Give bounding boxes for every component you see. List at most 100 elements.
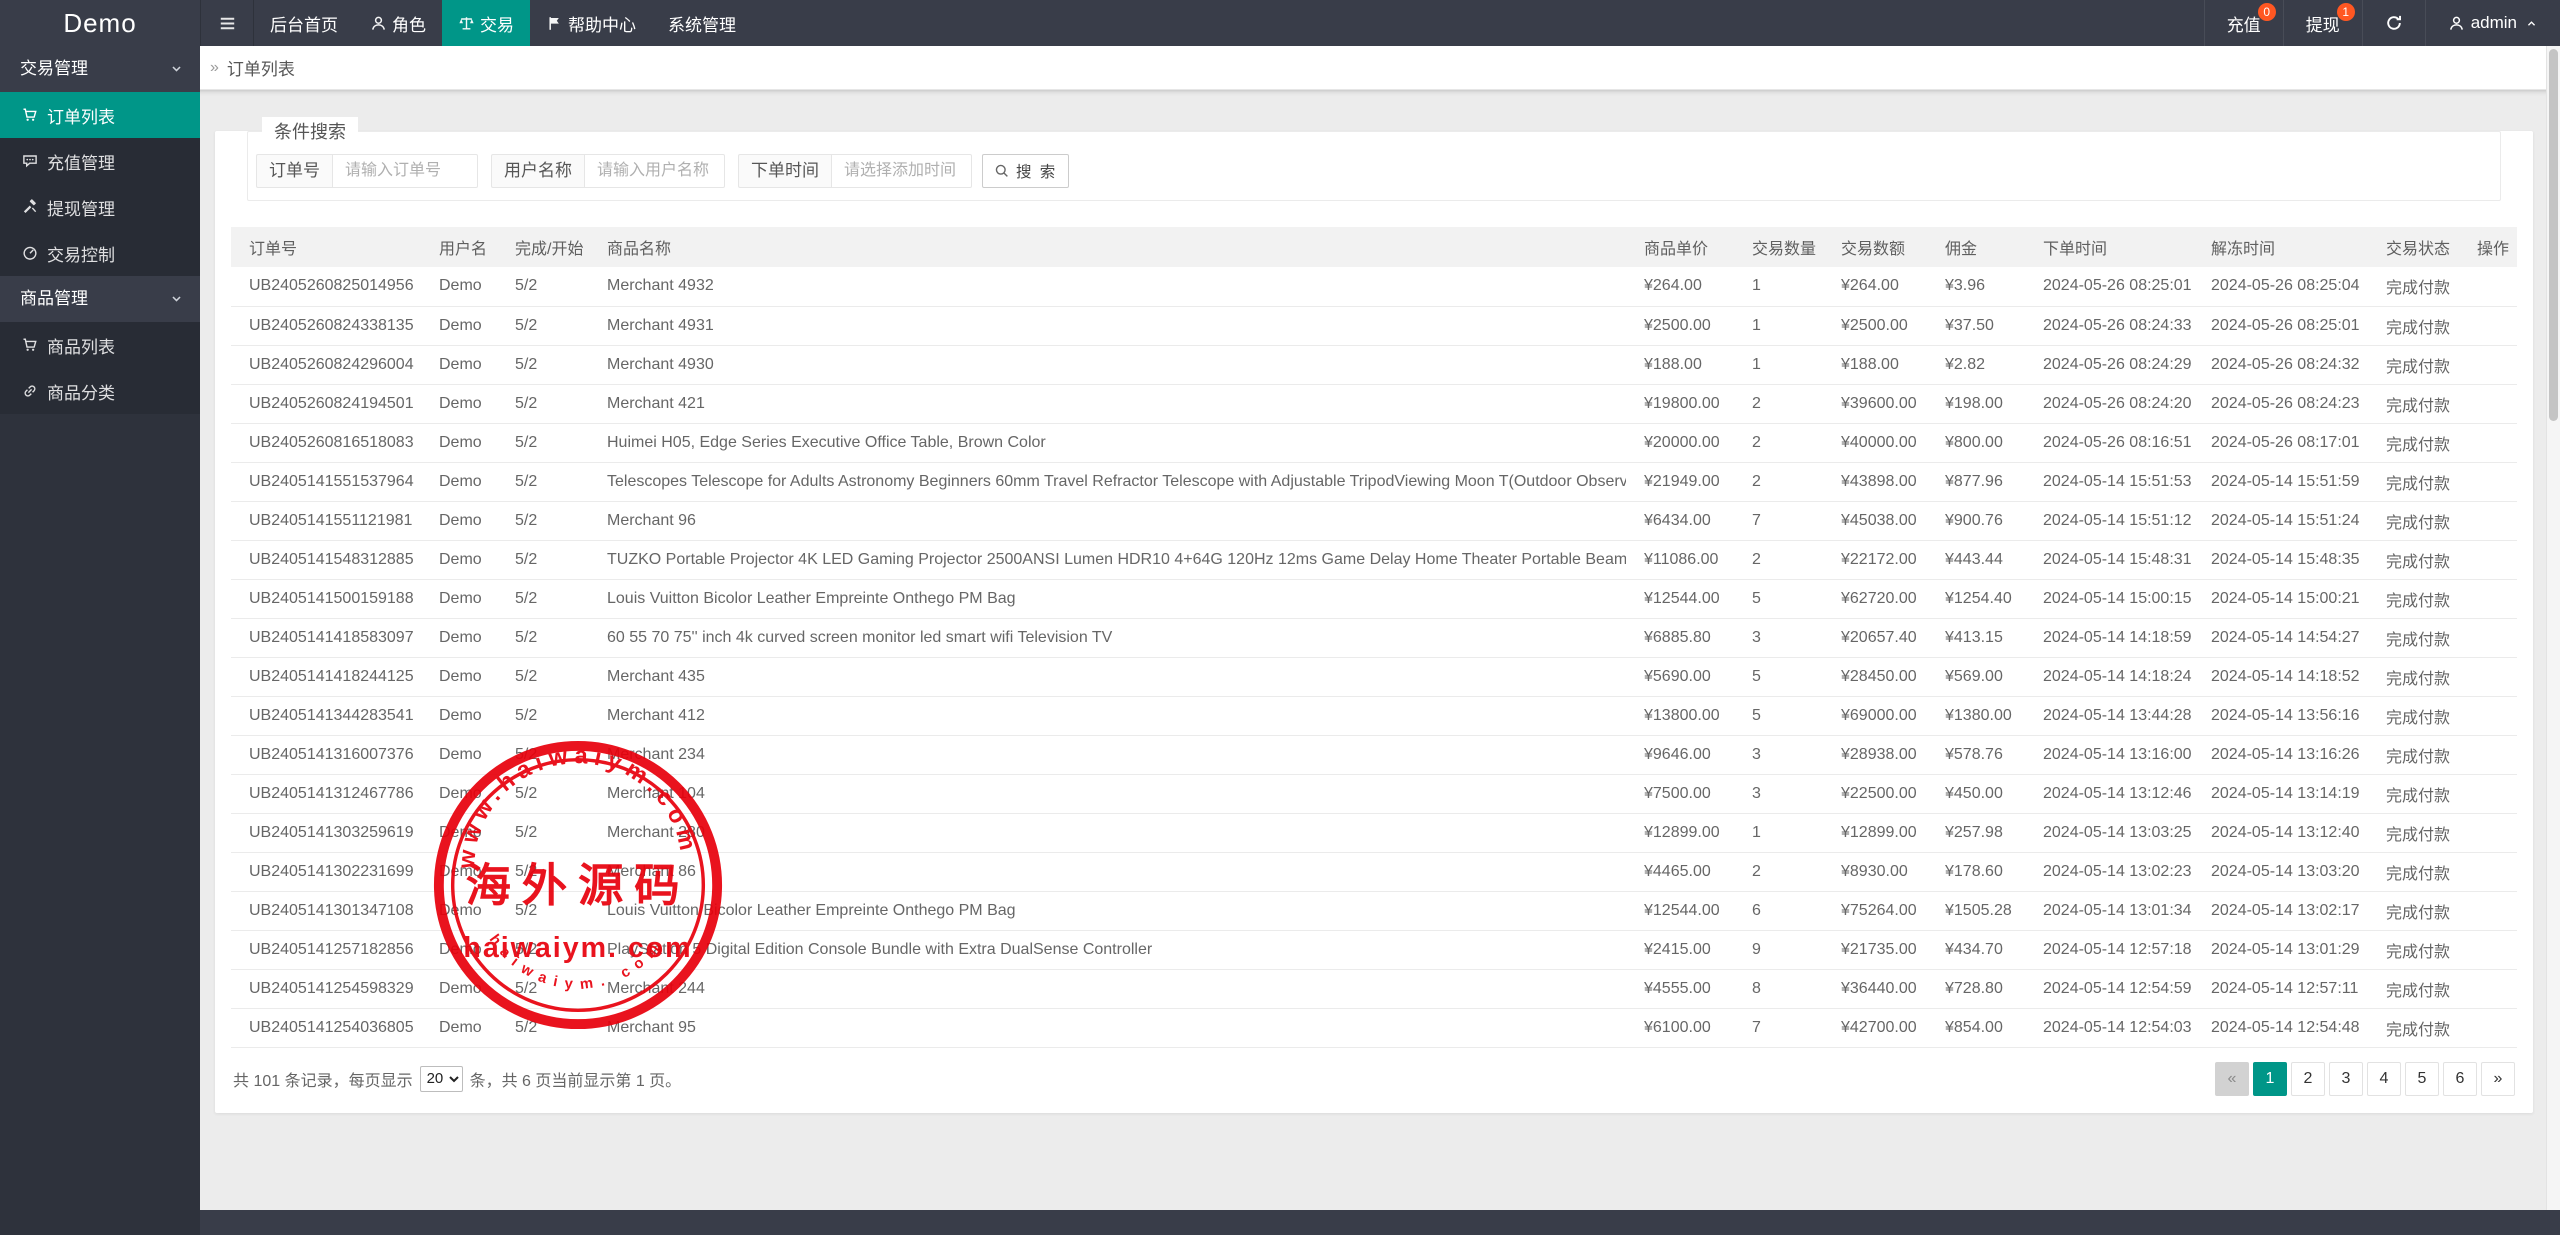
table-cell: 5 xyxy=(1734,696,1823,735)
table-cell: ¥6434.00 xyxy=(1626,501,1734,540)
table-cell: 完成付款 xyxy=(2368,384,2459,423)
table-cell: 2024-05-14 14:18:24 xyxy=(2025,657,2193,696)
search-row: 订单号 用户名称 下单时间 搜 索 xyxy=(256,154,2492,188)
table-cell: Demo xyxy=(421,813,497,852)
page-button-4[interactable]: 4 xyxy=(2367,1062,2401,1096)
table-cell: 5/2 xyxy=(497,618,589,657)
sidebar-item-goods-list[interactable]: 商品列表 xyxy=(0,322,200,368)
top-nav-home[interactable]: 后台首页 xyxy=(254,0,354,46)
recharge-badge: 0 xyxy=(2258,3,2276,21)
table-cell: ¥178.60 xyxy=(1927,852,2025,891)
scrollbar-thumb[interactable] xyxy=(2549,49,2558,421)
top-nav-help[interactable]: 帮助中心 xyxy=(530,0,652,46)
column-header: 解冻时间 xyxy=(2193,227,2368,267)
search-icon xyxy=(994,163,1010,179)
table-cell: 2024-05-14 13:03:25 xyxy=(2025,813,2193,852)
order-time-input[interactable] xyxy=(831,154,972,188)
table-cell xyxy=(2459,969,2517,1008)
search-button[interactable]: 搜 索 xyxy=(982,154,1069,188)
sidebar-item-withdraw[interactable]: 提现管理 xyxy=(0,184,200,230)
table-cell: 2024-05-26 08:16:51 xyxy=(2025,423,2193,462)
sidebar-item-trade-control[interactable]: 交易控制 xyxy=(0,230,200,276)
table-cell: ¥22172.00 xyxy=(1823,540,1927,579)
table-cell: 2024-05-14 15:00:21 xyxy=(2193,579,2368,618)
page-title: 订单列表 xyxy=(227,55,295,80)
sidebar-item-goods-category[interactable]: 商品分类 xyxy=(0,368,200,414)
table-cell: Demo xyxy=(421,306,497,345)
top-nav-roles[interactable]: 角色 xyxy=(354,0,442,46)
table-cell: 2 xyxy=(1734,540,1823,579)
top-nav-label: 后台首页 xyxy=(270,11,338,36)
refresh-button[interactable] xyxy=(2362,0,2425,46)
table-cell: 2024-05-26 08:24:29 xyxy=(2025,345,2193,384)
table-cell: ¥20000.00 xyxy=(1626,423,1734,462)
table-cell: 2024-05-14 13:16:26 xyxy=(2193,735,2368,774)
page-button-5[interactable]: 5 xyxy=(2405,1062,2439,1096)
page-button-2[interactable]: 2 xyxy=(2291,1062,2325,1096)
table-cell: 2024-05-14 13:14:19 xyxy=(2193,774,2368,813)
per-page-select[interactable]: 20 xyxy=(420,1066,463,1092)
top-nav-label: 交易 xyxy=(480,11,514,36)
column-header: 商品单价 xyxy=(1626,227,1734,267)
table-cell: ¥2415.00 xyxy=(1626,930,1734,969)
sidebar-group-goods[interactable]: 商品管理 xyxy=(0,276,200,322)
page-button-3[interactable]: 3 xyxy=(2329,1062,2363,1096)
recharge-label: 充值 xyxy=(2227,11,2261,36)
table-cell: Demo xyxy=(421,735,497,774)
table-cell: 2024-05-14 15:00:15 xyxy=(2025,579,2193,618)
table-cell xyxy=(2459,540,2517,579)
recharge-button[interactable]: 充值 0 xyxy=(2204,0,2283,46)
withdraw-button[interactable]: 提现 1 xyxy=(2283,0,2362,46)
table-cell: UB2405141303259619 xyxy=(231,813,421,852)
sidebar-item-recharge[interactable]: 充值管理 xyxy=(0,138,200,184)
sidebar-item-order-list[interactable]: 订单列表 xyxy=(0,92,200,138)
table-cell: 2024-05-14 13:01:34 xyxy=(2025,891,2193,930)
table-cell: 完成付款 xyxy=(2368,774,2459,813)
table-cell: 2024-05-26 08:17:01 xyxy=(2193,423,2368,462)
table-cell: UB2405141418244125 xyxy=(231,657,421,696)
user-name-input[interactable] xyxy=(584,154,725,188)
top-nav-label: 系统管理 xyxy=(668,11,736,36)
table-cell: 2024-05-26 08:25:04 xyxy=(2193,267,2368,306)
table-cell: 5/2 xyxy=(497,969,589,1008)
table-cell: 8 xyxy=(1734,969,1823,1008)
vertical-scrollbar[interactable] xyxy=(2546,46,2560,1210)
order-no-input[interactable] xyxy=(332,154,478,188)
page-prev-button[interactable]: « xyxy=(2215,1062,2249,1096)
table-cell: 6 xyxy=(1734,891,1823,930)
table-cell: 5/2 xyxy=(497,696,589,735)
table-cell: 完成付款 xyxy=(2368,969,2459,1008)
table-cell: 1 xyxy=(1734,306,1823,345)
sidebar-toggle-button[interactable] xyxy=(200,0,254,46)
sidebar-item-label: 商品分类 xyxy=(47,379,115,404)
user-menu[interactable]: admin xyxy=(2425,0,2560,46)
table-cell: 2024-05-14 15:51:12 xyxy=(2025,501,2193,540)
table-cell: 5/2 xyxy=(497,813,589,852)
column-header: 交易数额 xyxy=(1823,227,1927,267)
table-cell: 2 xyxy=(1734,384,1823,423)
username: admin xyxy=(2471,13,2517,33)
table-cell: ¥12899.00 xyxy=(1823,813,1927,852)
table-cell: Demo xyxy=(421,930,497,969)
page-button-6[interactable]: 6 xyxy=(2443,1062,2477,1096)
sidebar-item-label: 订单列表 xyxy=(47,103,115,128)
table-cell: UB2405141418583097 xyxy=(231,618,421,657)
page-next-button[interactable]: » xyxy=(2481,1062,2515,1096)
table-cell: ¥13800.00 xyxy=(1626,696,1734,735)
table-cell: ¥4555.00 xyxy=(1626,969,1734,1008)
cart-icon xyxy=(22,337,38,353)
sidebar-group-trade[interactable]: 交易管理 xyxy=(0,46,200,92)
table-cell xyxy=(2459,696,2517,735)
table-cell: 5/2 xyxy=(497,930,589,969)
link-icon xyxy=(22,383,38,399)
refresh-icon xyxy=(2385,14,2403,32)
page-button-1[interactable]: 1 xyxy=(2253,1062,2287,1096)
top-nav-trade[interactable]: 交易 xyxy=(442,0,530,46)
table-cell xyxy=(2459,618,2517,657)
summary-prefix: 共 101 条记录，每页显示 xyxy=(233,1067,413,1091)
table-cell: Louis Vuitton Bicolor Leather Empreinte … xyxy=(589,579,1626,618)
table-cell: 5/2 xyxy=(497,345,589,384)
table-cell: Demo xyxy=(421,969,497,1008)
top-nav-system[interactable]: 系统管理 xyxy=(652,0,752,46)
table-cell: ¥2.82 xyxy=(1927,345,2025,384)
